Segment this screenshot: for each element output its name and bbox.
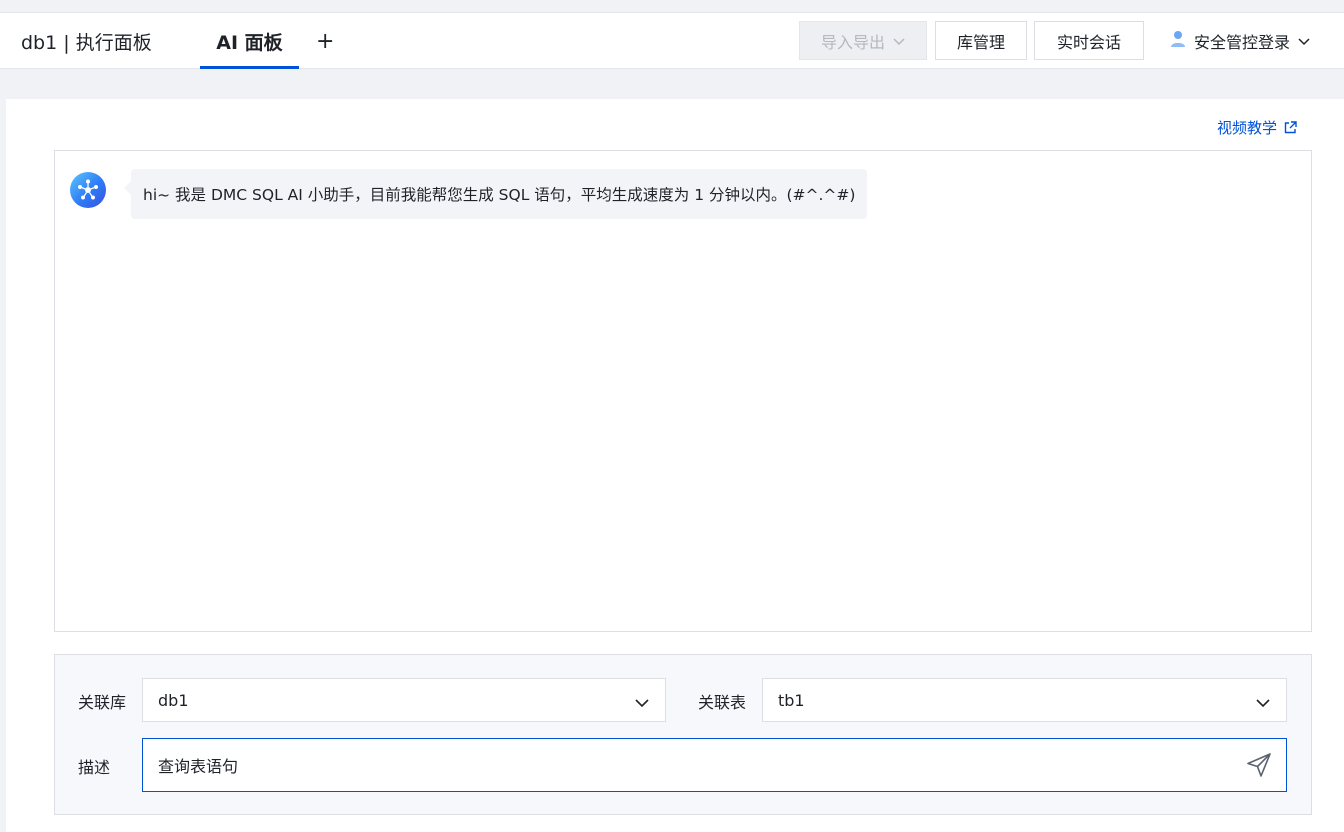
send-icon[interactable] bbox=[1246, 752, 1272, 782]
chevron-down-icon bbox=[1298, 31, 1310, 50]
import-export-button[interactable]: 导入导出 bbox=[799, 21, 927, 60]
chevron-down-icon bbox=[1256, 693, 1270, 712]
header-bar: db1 | 执行面板 AI 面板 + 导入导出 库管理 实时会话 安全管控登录 bbox=[0, 13, 1344, 69]
assistant-avatar-icon bbox=[70, 172, 106, 208]
tab-ai-panel[interactable]: AI 面板 bbox=[200, 13, 299, 69]
video-tutorial-label: 视频教学 bbox=[1217, 119, 1278, 137]
chevron-down-icon bbox=[893, 31, 905, 50]
query-form: 关联库 db1 关联表 tb1 描述 查询表语句 bbox=[54, 654, 1312, 815]
chat-history: hi~ 我是 DMC SQL AI 小助手，目前我能帮您生成 SQL 语句，平均… bbox=[54, 150, 1312, 632]
live-session-button[interactable]: 实时会话 bbox=[1034, 21, 1144, 60]
database-label: 关联库 bbox=[78, 693, 127, 712]
video-tutorial-link[interactable]: 视频教学 bbox=[1217, 117, 1297, 138]
external-link-icon bbox=[1284, 121, 1297, 134]
chevron-down-icon bbox=[635, 693, 649, 712]
top-strip bbox=[0, 0, 1344, 13]
tab-ai-panel-label: AI 面板 bbox=[216, 31, 283, 54]
assistant-message: hi~ 我是 DMC SQL AI 小助手，目前我能帮您生成 SQL 语句，平均… bbox=[123, 169, 868, 219]
user-menu-label: 安全管控登录 bbox=[1194, 32, 1291, 52]
library-manage-button[interactable]: 库管理 bbox=[935, 21, 1027, 60]
user-icon bbox=[1170, 30, 1186, 52]
table-select[interactable]: tb1 bbox=[762, 678, 1287, 722]
description-input-value: 查询表语句 bbox=[158, 757, 239, 776]
ai-panel: 视频教学 hi~ 我是 DMC SQL AI 小助手，目前我能帮您生成 SQL … bbox=[6, 99, 1344, 832]
database-select[interactable]: db1 bbox=[142, 678, 666, 722]
description-input[interactable]: 查询表语句 bbox=[142, 738, 1287, 792]
user-menu[interactable]: 安全管控登录 bbox=[1170, 21, 1310, 60]
active-tab-indicator bbox=[200, 66, 299, 69]
table-select-value: tb1 bbox=[778, 690, 805, 710]
table-label: 关联表 bbox=[698, 693, 747, 712]
add-tab-button[interactable]: + bbox=[316, 13, 334, 69]
tab-execution-panel[interactable]: db1 | 执行面板 bbox=[21, 13, 152, 69]
import-export-label: 导入导出 bbox=[820, 32, 885, 52]
description-label: 描述 bbox=[78, 758, 111, 777]
database-select-value: db1 bbox=[158, 690, 189, 710]
